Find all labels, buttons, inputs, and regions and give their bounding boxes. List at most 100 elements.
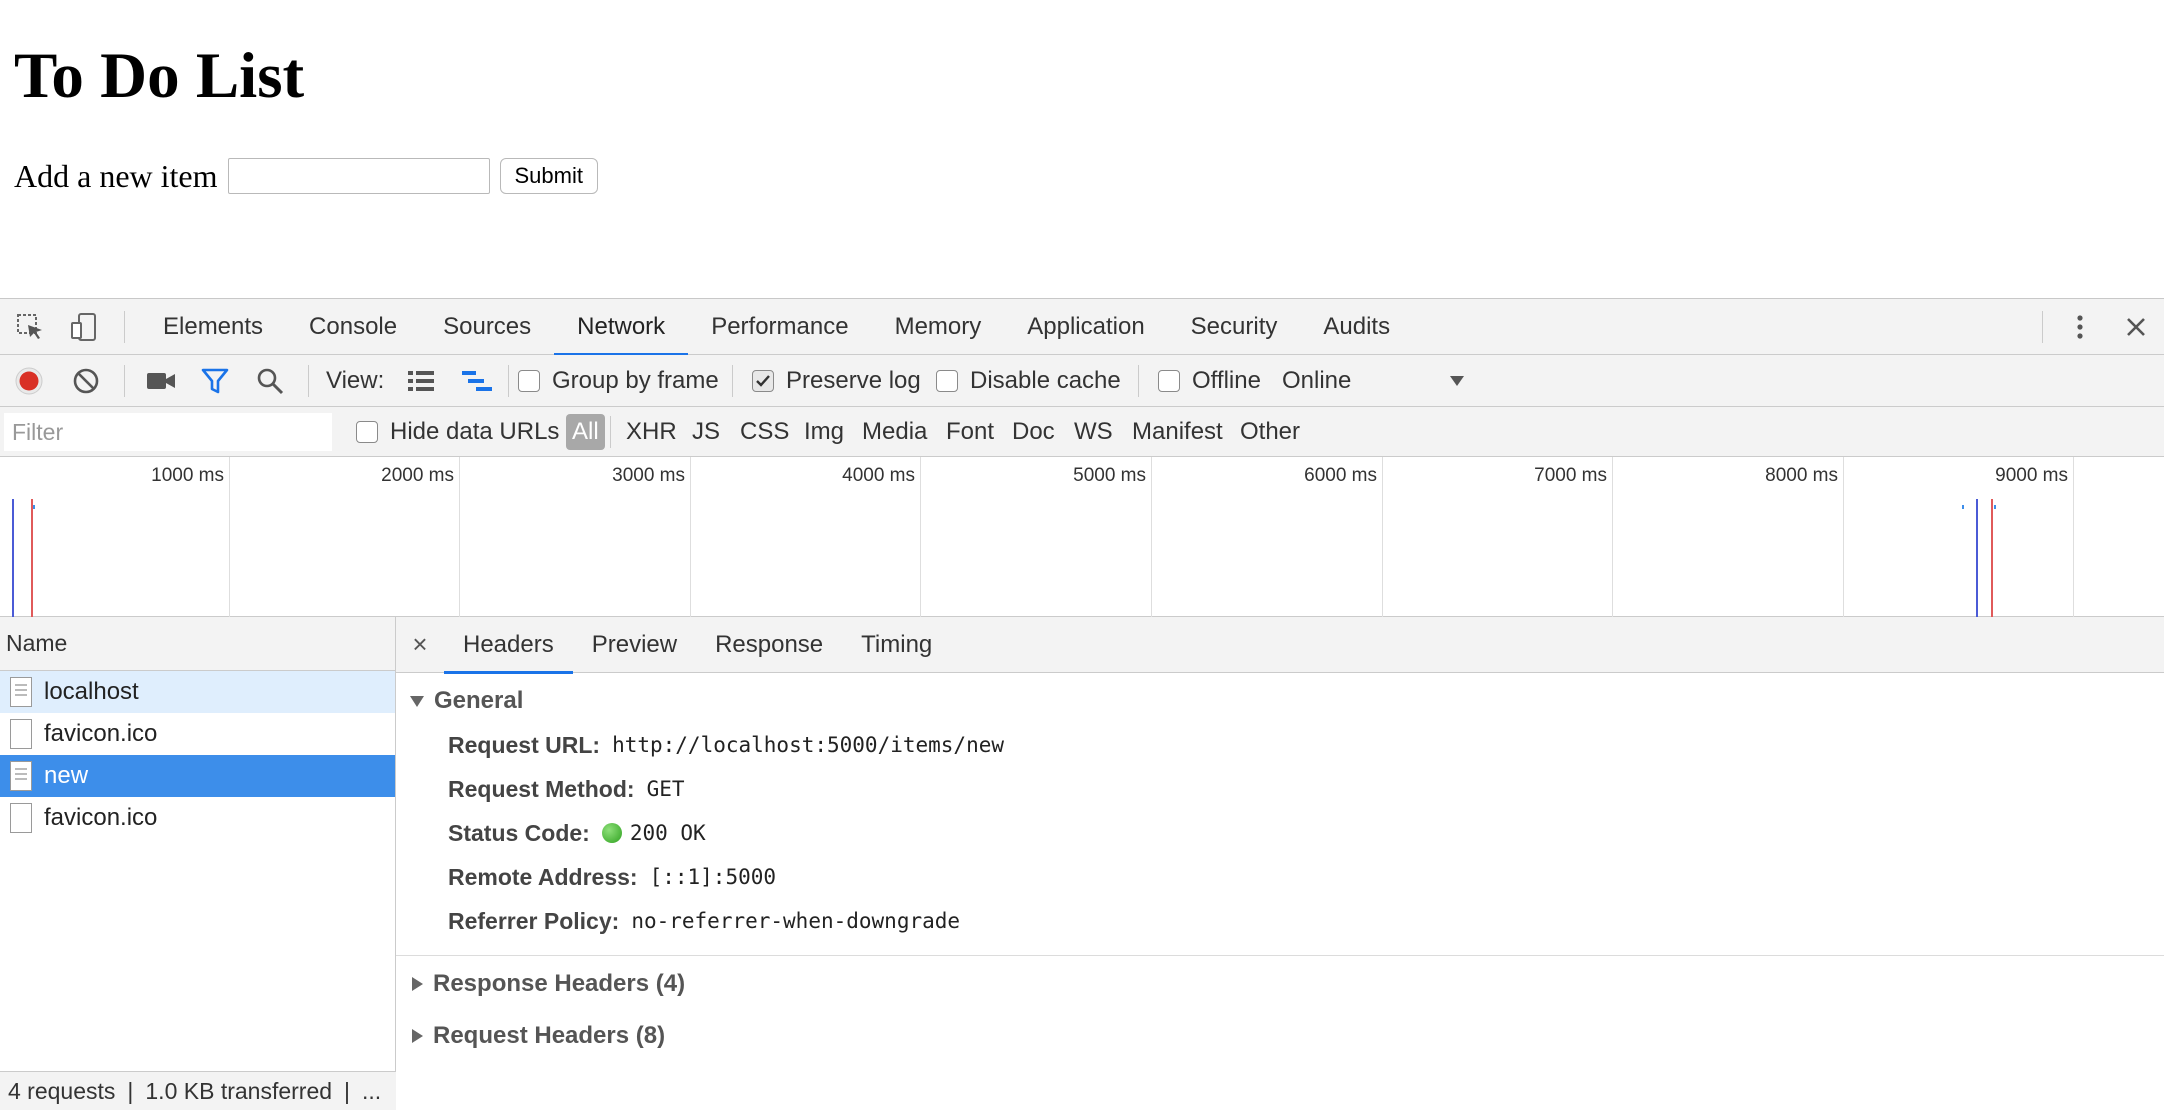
tab-elements[interactable]: Elements bbox=[140, 299, 286, 355]
offline-checkbox[interactable] bbox=[1158, 370, 1180, 392]
hide-data-urls-checkbox[interactable] bbox=[356, 421, 378, 443]
filter-type-other[interactable]: Other bbox=[1240, 407, 1300, 457]
overview-gridline bbox=[229, 457, 230, 617]
clear-icon[interactable] bbox=[72, 355, 100, 407]
tab-security[interactable]: Security bbox=[1168, 299, 1301, 355]
inspect-element-icon[interactable] bbox=[12, 309, 48, 345]
throttling-select[interactable]: Online bbox=[1282, 355, 1465, 407]
tab-audits[interactable]: Audits bbox=[1300, 299, 1413, 355]
overview-gridline bbox=[1151, 457, 1152, 617]
preserve-log-checkbox[interactable] bbox=[752, 370, 774, 392]
offline-toggle[interactable]: Offline bbox=[1158, 355, 1261, 407]
response-headers-toggle[interactable]: Response Headers (4) bbox=[396, 962, 2164, 1006]
filter-type-img[interactable]: Img bbox=[804, 407, 844, 457]
tab-preview[interactable]: Preview bbox=[573, 617, 696, 673]
transferred-size: 1.0 KB transferred bbox=[145, 1078, 333, 1104]
overview-tick-label: 6000 ms bbox=[1304, 465, 1377, 486]
filter-type-media[interactable]: Media bbox=[862, 407, 927, 457]
devtools-tabbar: Elements Console Sources Network Perform… bbox=[0, 299, 2164, 356]
tab-console[interactable]: Console bbox=[286, 299, 420, 355]
close-devtools-icon[interactable] bbox=[2118, 309, 2154, 345]
toolbar-separator bbox=[1138, 365, 1139, 397]
toolbar-separator bbox=[508, 365, 509, 397]
filter-funnel-icon[interactable] bbox=[200, 355, 230, 407]
header-value: GET bbox=[646, 777, 685, 801]
filter-input[interactable]: Filter bbox=[4, 413, 332, 451]
network-toolbar: View: Group by frame Preserve log Disabl… bbox=[0, 355, 2164, 407]
devtools-panel: Elements Console Sources Network Perform… bbox=[0, 298, 2164, 1110]
filter-type-xhr[interactable]: XHR bbox=[626, 407, 677, 457]
header-row-status-code: Status Code: 200 OK bbox=[396, 811, 2164, 855]
summary-separator: | bbox=[344, 1078, 351, 1104]
request-bar bbox=[33, 505, 35, 509]
view-label: View: bbox=[326, 367, 385, 394]
preserve-log-toggle[interactable]: Preserve log bbox=[752, 355, 921, 407]
header-key: Referrer Policy: bbox=[448, 907, 620, 934]
tab-response[interactable]: Response bbox=[696, 617, 842, 673]
waterfall-view-icon[interactable] bbox=[460, 355, 494, 407]
request-name: favicon.ico bbox=[44, 720, 158, 747]
network-overview-timeline[interactable]: 1000 ms 2000 ms 3000 ms 4000 ms 5000 ms … bbox=[0, 457, 2164, 617]
filter-type-all[interactable]: All bbox=[566, 414, 605, 450]
network-filter-bar: Filter Hide data URLs All XHR JS CSS Img… bbox=[0, 407, 2164, 457]
tabbar-separator-right bbox=[2042, 311, 2043, 343]
filter-type-font[interactable]: Font bbox=[946, 407, 994, 457]
header-row-request-method: Request Method: GET bbox=[396, 767, 2164, 811]
toolbar-separator bbox=[124, 365, 125, 397]
page-content: To Do List Add a new item Submit bbox=[0, 0, 2164, 298]
device-toolbar-icon[interactable] bbox=[66, 309, 102, 345]
request-row[interactable]: favicon.ico bbox=[0, 713, 395, 755]
close-detail-icon[interactable]: × bbox=[396, 629, 444, 660]
preserve-log-label: Preserve log bbox=[786, 367, 921, 394]
disable-cache-checkbox[interactable] bbox=[936, 370, 958, 392]
filter-type-doc[interactable]: Doc bbox=[1012, 407, 1055, 457]
hide-data-urls-toggle[interactable]: Hide data URLs bbox=[356, 407, 559, 457]
request-headers-toggle[interactable]: Request Headers (8) bbox=[396, 1014, 2164, 1058]
filter-type-js[interactable]: JS bbox=[692, 407, 720, 457]
request-row[interactable]: localhost bbox=[0, 671, 395, 713]
tab-network[interactable]: Network bbox=[554, 299, 689, 356]
tab-memory[interactable]: Memory bbox=[872, 299, 1005, 355]
overview-tick-label: 5000 ms bbox=[1073, 465, 1146, 486]
new-item-input[interactable] bbox=[227, 158, 490, 194]
group-by-frame-label: Group by frame bbox=[552, 367, 719, 394]
request-detail-pane: × Headers Preview Response Timing Genera… bbox=[396, 617, 2164, 1110]
header-value: 200 OK bbox=[629, 821, 706, 845]
tab-timing[interactable]: Timing bbox=[842, 617, 951, 673]
tab-headers[interactable]: Headers bbox=[444, 617, 573, 674]
filter-type-manifest[interactable]: Manifest bbox=[1132, 407, 1223, 457]
request-row[interactable]: favicon.ico bbox=[0, 797, 395, 839]
more-options-icon[interactable] bbox=[2062, 309, 2098, 345]
screenshot-camera-icon[interactable] bbox=[146, 355, 176, 407]
general-section: General Request URL: http://localhost:50… bbox=[396, 673, 2164, 943]
overview-tick-label: 4000 ms bbox=[842, 465, 915, 486]
load-event-marker bbox=[31, 499, 33, 617]
expanded-triangle-icon bbox=[410, 695, 424, 707]
overview-gridline bbox=[1612, 457, 1613, 617]
general-section-title: General bbox=[434, 687, 524, 714]
tab-performance[interactable]: Performance bbox=[688, 299, 871, 355]
filter-type-ws[interactable]: WS bbox=[1074, 407, 1113, 457]
general-section-toggle[interactable]: General bbox=[396, 679, 2164, 723]
header-key: Status Code: bbox=[448, 819, 590, 846]
filter-type-css[interactable]: CSS bbox=[740, 407, 789, 457]
document-file-icon bbox=[10, 761, 32, 791]
group-by-frame-checkbox[interactable] bbox=[518, 370, 540, 392]
column-header-name[interactable]: Name bbox=[0, 617, 395, 671]
disable-cache-toggle[interactable]: Disable cache bbox=[936, 355, 1121, 407]
toolbar-separator bbox=[732, 365, 733, 397]
request-count: 4 requests bbox=[8, 1078, 116, 1104]
request-bar bbox=[1962, 505, 1964, 509]
submit-button[interactable]: Submit bbox=[499, 158, 598, 194]
hide-data-urls-label: Hide data URLs bbox=[390, 418, 560, 445]
request-row[interactable]: new bbox=[0, 755, 395, 797]
large-rows-view-icon[interactable] bbox=[406, 355, 436, 407]
overview-tick-label: 2000 ms bbox=[381, 465, 454, 486]
dom-content-loaded-marker bbox=[12, 499, 14, 617]
tab-application[interactable]: Application bbox=[1004, 299, 1167, 355]
record-icon[interactable] bbox=[14, 355, 44, 407]
tab-sources[interactable]: Sources bbox=[420, 299, 554, 355]
group-by-frame-toggle[interactable]: Group by frame bbox=[518, 355, 719, 407]
search-icon[interactable] bbox=[256, 355, 284, 407]
header-key: Remote Address: bbox=[448, 863, 638, 890]
